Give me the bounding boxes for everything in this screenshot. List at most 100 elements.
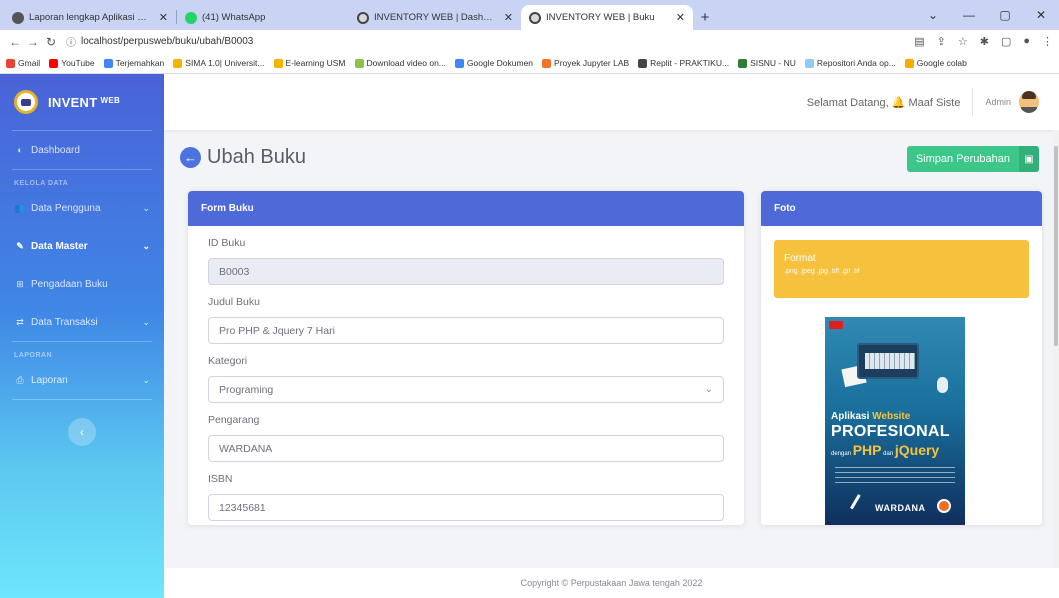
kategori-select[interactable]: Programing ⌄ bbox=[208, 376, 724, 403]
sidepanel-icon[interactable]: ▢ bbox=[1001, 35, 1011, 48]
field-label: Pengarang bbox=[208, 414, 260, 426]
bookmark-item[interactable]: Google colab bbox=[904, 58, 967, 68]
cover-title-line3: dengan PHP dan jQuery bbox=[831, 442, 940, 458]
bookmark-item[interactable]: Gmail bbox=[6, 58, 40, 68]
pengarang-input[interactable]: WARDANA bbox=[208, 435, 724, 462]
address-bar-actions: ▤ ⇪ ☆ ✱ ▢ ● ⋮ bbox=[914, 35, 1053, 48]
sidebar-item-label: Laporan bbox=[31, 374, 68, 386]
maximize-icon[interactable]: ▢ bbox=[987, 8, 1023, 22]
star-icon[interactable]: ☆ bbox=[958, 35, 968, 48]
close-tab-icon[interactable]: ✕ bbox=[676, 11, 685, 24]
page-title: Ubah Buku bbox=[207, 146, 306, 168]
share-icon[interactable]: ⇪ bbox=[937, 35, 946, 48]
sidebar-item-data-transaksi[interactable]: ⇄ Data Transaksi ⌄ bbox=[0, 303, 164, 341]
bookmark-item[interactable]: Google Dokumen bbox=[454, 58, 533, 68]
tab-title: Laporan lengkap Aplikasi Sistem bbox=[29, 12, 153, 23]
print-icon: ⎙ bbox=[16, 374, 24, 385]
bookmark-item[interactable]: Proyek Jupyter LAB bbox=[542, 58, 629, 68]
minimize-icon[interactable]: — bbox=[951, 8, 987, 22]
main-content: ← Ubah Buku Simpan Perubahan ▣ Form Buku… bbox=[164, 130, 1059, 525]
browser-tab-active[interactable]: INVENTORY WEB | Buku ✕ bbox=[521, 5, 693, 30]
sidebar-toggle-button[interactable]: ‹ bbox=[68, 418, 96, 446]
cover-mouse-illustration bbox=[937, 377, 948, 393]
profile-icon[interactable]: ● bbox=[1023, 35, 1030, 48]
sidebar-item-dashboard[interactable]: ◐ Dashboard bbox=[0, 131, 164, 169]
back-arrow-icon[interactable]: ← bbox=[6, 35, 24, 49]
bookmark-item[interactable]: Download video on... bbox=[354, 58, 446, 68]
chrome-favicon-icon bbox=[12, 11, 24, 24]
form-card: Form Buku ID Buku B0003 Judul Buku Pro P… bbox=[188, 191, 744, 525]
isbn-input[interactable]: 12345681 bbox=[208, 494, 724, 521]
close-window-icon[interactable]: ✕ bbox=[1023, 8, 1059, 22]
bookmark-item[interactable]: Terjemahkan bbox=[103, 58, 164, 68]
chevron-down-icon[interactable]: ⌄ bbox=[915, 8, 951, 22]
bookmark-item[interactable]: YouTube bbox=[49, 58, 95, 68]
tab-title: (41) WhatsApp bbox=[202, 12, 266, 23]
greeting-marquee: Selamat Datang, 🔔 Maaf Siste bbox=[806, 96, 961, 109]
topbar-divider bbox=[972, 88, 974, 116]
bookmark-item[interactable]: E-learning USM bbox=[273, 58, 346, 68]
inventory-favicon-icon bbox=[357, 11, 369, 24]
browser-tab[interactable]: INVENTORY WEB | Dashboard ✕ bbox=[349, 5, 521, 30]
tab-title: INVENTORY WEB | Buku bbox=[546, 12, 655, 23]
bookmark-item[interactable]: SIMA 1.0| Universit... bbox=[173, 58, 265, 68]
extensions-icon[interactable]: ✱ bbox=[980, 35, 989, 48]
field-kategori: Kategori Programing ⌄ bbox=[188, 355, 744, 403]
bookmark-item[interactable]: Replit - PRAKTIKU... bbox=[638, 58, 729, 68]
bookmarks-bar: Gmail YouTube Terjemahkan SIMA 1.0| Univ… bbox=[0, 53, 1059, 74]
cover-blurb-text bbox=[835, 467, 955, 485]
cover-title-line1: Aplikasi Website bbox=[831, 411, 911, 422]
forward-arrow-icon[interactable]: → bbox=[24, 35, 42, 49]
close-tab-icon[interactable]: ✕ bbox=[159, 11, 168, 24]
field-label: Judul Buku bbox=[208, 296, 260, 308]
sidebar-item-laporan[interactable]: ⎙ Laporan ⌄ bbox=[0, 361, 164, 399]
translate-icon[interactable]: ▤ bbox=[914, 35, 924, 48]
sidebar-item-label: Dashboard bbox=[31, 144, 80, 156]
floppy-disk-icon: ▣ bbox=[1019, 146, 1039, 172]
whatsapp-favicon-icon bbox=[185, 11, 197, 24]
page-scrollbar[interactable] bbox=[1053, 130, 1059, 568]
brand-logo-icon bbox=[14, 90, 38, 114]
scrollbar-thumb[interactable] bbox=[1054, 146, 1058, 346]
field-isbn: ISBN 12345681 bbox=[188, 473, 744, 521]
edit-icon: ✎ bbox=[16, 240, 24, 251]
back-button[interactable]: ← bbox=[180, 147, 201, 168]
close-tab-icon[interactable]: ✕ bbox=[504, 11, 513, 24]
dashboard-icon: ◐ bbox=[17, 145, 23, 155]
photo-card: Foto Format .png .jpeg .jpg .tiff .gif .… bbox=[761, 191, 1042, 525]
brand[interactable]: INVENT WEB bbox=[0, 74, 164, 130]
url-text[interactable]: localhost/perpusweb/buku/ubah/B0003 bbox=[81, 36, 253, 47]
info-icon[interactable]: ⓘ bbox=[66, 34, 76, 49]
chevron-down-icon: ⌄ bbox=[704, 384, 713, 395]
sidebar-item-data-master[interactable]: ✎ Data Master ⌄ bbox=[0, 227, 164, 265]
judul-buku-input[interactable]: Pro PHP & Jquery 7 Hari bbox=[208, 317, 724, 344]
bookmark-item[interactable]: Repositori Anda op... bbox=[804, 58, 896, 68]
save-changes-button[interactable]: Simpan Perubahan ▣ bbox=[906, 146, 1039, 172]
format-types: .png .jpeg .jpg .tiff .gif .tif bbox=[784, 268, 860, 275]
id-buku-input: B0003 bbox=[208, 258, 724, 285]
cover-author: WARDANA bbox=[875, 503, 926, 513]
cover-pen-illustration bbox=[850, 494, 872, 516]
topbar: Selamat Datang, 🔔 Maaf Siste Admin bbox=[164, 74, 1059, 130]
browser-tab[interactable]: Laporan lengkap Aplikasi Sistem ✕ bbox=[4, 5, 176, 30]
field-label: ID Buku bbox=[208, 237, 246, 249]
magnifier-icon bbox=[937, 499, 951, 513]
bookmark-item[interactable]: SISNU - NU bbox=[738, 58, 796, 68]
avatar[interactable] bbox=[1019, 91, 1039, 113]
chevron-down-icon: ⌄ bbox=[142, 202, 150, 213]
new-tab-icon[interactable]: + bbox=[693, 5, 717, 30]
address-bar-row: ← → ↻ ⓘ localhost/perpusweb/buku/ubah/B0… bbox=[0, 30, 1059, 53]
browser-tab[interactable]: (41) WhatsApp bbox=[177, 5, 349, 30]
sidebar-item-data-pengguna[interactable]: 👥 Data Pengguna ⌄ bbox=[0, 189, 164, 227]
browser-tab-strip: Laporan lengkap Aplikasi Sistem ✕ (41) W… bbox=[0, 0, 1059, 30]
sidebar-item-label: Pengadaan Buku bbox=[31, 278, 108, 290]
sidebar-heading: LAPORAN bbox=[14, 352, 53, 359]
reload-icon[interactable]: ↻ bbox=[42, 35, 60, 49]
sidebar-item-pengadaan-buku[interactable]: ⊞ Pengadaan Buku bbox=[0, 265, 164, 303]
sidebar-item-label: Data Pengguna bbox=[31, 202, 101, 214]
cover-title-line2: PROFESIONAL bbox=[831, 423, 950, 440]
user-name[interactable]: Admin bbox=[985, 97, 1011, 107]
format-info-alert: Format .png .jpeg .jpg .tiff .gif .tif bbox=[774, 240, 1029, 298]
menu-icon[interactable]: ⋮ bbox=[1042, 35, 1053, 48]
address-bar[interactable]: ⓘ localhost/perpusweb/buku/ubah/B0003 bbox=[66, 34, 253, 49]
